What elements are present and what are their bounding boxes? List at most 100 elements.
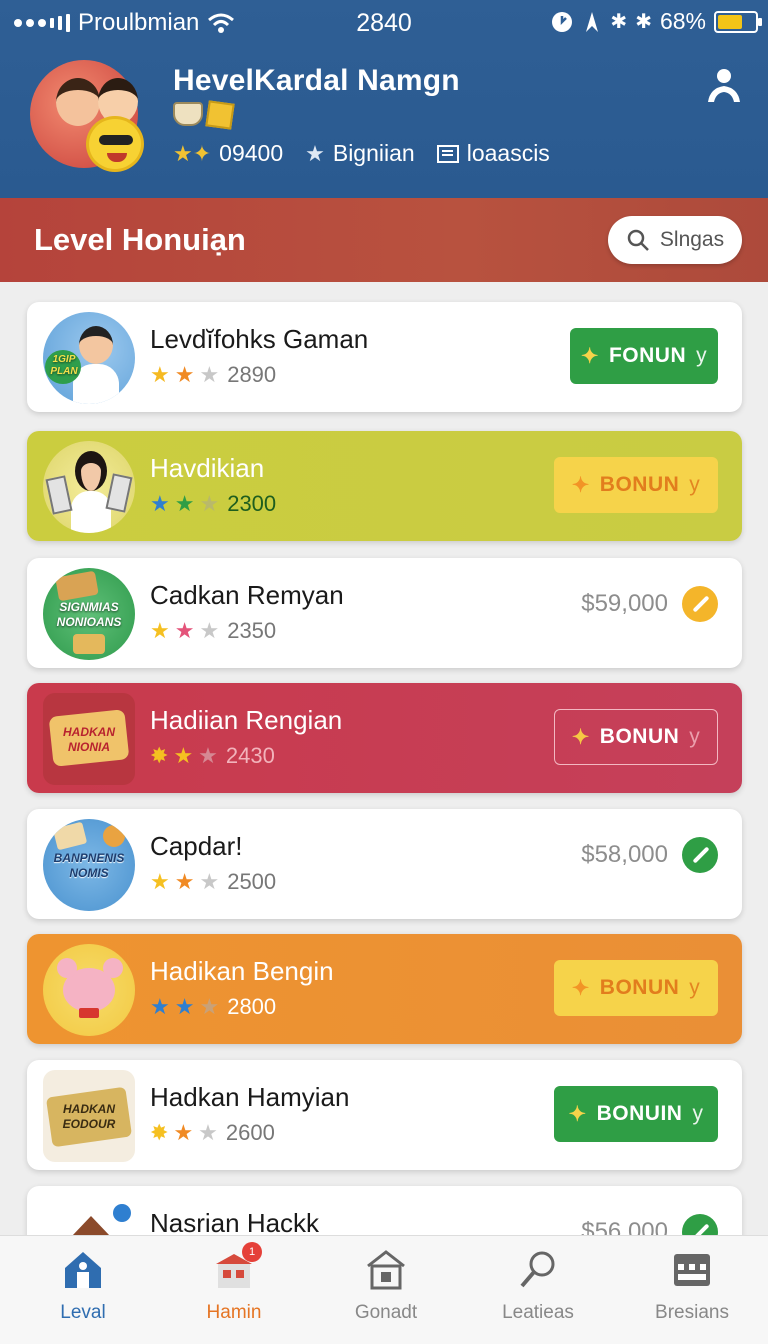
search-icon [516,1248,560,1292]
star-rating: ★ ★ ★ [150,869,220,894]
nav-label: Bresians [655,1302,729,1323]
level-title: Hadkan Hamyian [150,1082,350,1112]
coins-stat: ★✦ 09400 [173,140,283,167]
level-title: Nasrian Hackk [150,1208,320,1235]
profile-name: HevelKardal Namgn [173,64,460,97]
bonus-button[interactable]: ✦ BONUN y [554,457,718,513]
level-thumbnail: BANPNENIS NOMIS [43,819,135,911]
level-thumbnail: 1GIP PLAN [43,312,135,404]
search-icon [627,229,649,251]
coins-value: 09400 [219,140,284,166]
bonus-button[interactable]: ✦ BONUN y [554,960,718,1016]
nav-tab-gonadt[interactable]: Gonadt [316,1248,456,1324]
thumb-text: BANPNENIS NOMIS [53,851,125,880]
level-thumbnail [43,944,135,1036]
level-score: 2600 [225,1120,275,1145]
profile-badges [173,100,235,130]
nav-tab-bresians[interactable]: Bresians [622,1248,762,1324]
thumb-text: 1GIP PLAN [50,354,78,377]
level-price: $58,000 [581,837,718,873]
sparkle-icon: ✦ [568,1102,587,1126]
level-thumbnail: HADKAN NIONIA [43,693,135,785]
home-icon [61,1248,105,1292]
list-item[interactable]: SIGNMIAS NONIOANS Cadkan Remyan ★ ★ ★ 2350… [27,558,742,668]
page-title: Level Honuiạn [34,222,246,257]
alarm-icon [552,11,573,32]
level-thumbnail [43,441,135,533]
star-rating: ★ ★ ★ [150,491,220,516]
list-item[interactable]: Havdikian ★ ★ ★ 2300 ✦ BONUN y [27,431,742,541]
edit-icon[interactable] [682,586,718,622]
nav-label: Leval [60,1302,106,1323]
avatar[interactable] [30,60,148,172]
level-price: $56,000 [581,1214,718,1235]
bonus-button[interactable]: ✦ FONUN y [570,328,718,384]
user-icon[interactable] [704,66,744,106]
calendar-icon [670,1248,714,1292]
status-right: ✱ ✱ 68% [550,8,762,35]
list-item[interactable]: BANPNENIS NOMIS Capdar! ★ ★ ★ 2500 $58,000 [27,809,742,919]
level-price: $59,000 [581,586,718,622]
list-item[interactable]: 1GIP PLAN Levdĭfohks Gaman ★ ★ ★ 2890 ✦ FO… [27,302,742,412]
list-item[interactable]: Nasrian Hackk $56,000 [27,1186,742,1235]
profile-stats: ★✦ 09400 ★ Bigniian loaascis [173,140,550,167]
list-item[interactable]: Hadikan Bengin ★ ★ ★ 2800 ✦ BONUN y [27,934,742,1044]
bottom-nav: Leval 1 Hamin Gonadt Leatieas Bresians [0,1235,768,1344]
nav-tab-leval[interactable]: Leval [13,1248,153,1324]
nav-label: Gonadt [354,1302,418,1323]
level-title: Cadkan Remyan [150,580,344,610]
location-icon [586,11,599,32]
level-score: 2430 [225,743,275,768]
cup-icon [173,102,203,126]
battery-percent: 68% [659,8,706,34]
sparkle-icon: ✦ [571,473,590,497]
search-button[interactable]: Slngas [608,216,742,264]
list-item[interactable]: HADKAN NIONIA Hadiian Rengian ✸ ★ ★ 2430 ✦… [27,683,742,793]
level-title: Levdĭfohks Gaman [150,324,369,354]
level-title: Hadiian Rengian [150,705,343,735]
sparkle-icon: ✦ [571,725,590,749]
star-icon: ★ [305,140,325,166]
bluetooth-icon: ✱ [610,11,628,33]
level-thumbnail: SIGNMIAS NONIOANS [43,568,135,660]
emoji-sunglasses-icon [86,116,144,172]
level-list[interactable]: 1GIP PLAN Levdĭfohks Gaman ★ ★ ★ 2890 ✦ FO… [0,282,768,1235]
level-score: 2300 [227,491,277,516]
battery-icon [714,10,762,33]
edit-icon[interactable] [682,1214,718,1235]
thumb-text: HADKAN NIONIA [63,725,115,754]
level-title: Hadikan Bengin [150,956,334,986]
bluetooth-icon: ✱ [635,11,652,33]
lessons-label: loaascis [466,140,550,166]
sparkle-icon: ✦ [580,344,599,368]
bonus-button[interactable]: ✦ BONUIN y [554,1086,718,1142]
level-score: 2890 [227,362,277,387]
building-icon [364,1248,408,1292]
level-title: Capdar! [150,831,243,861]
gem-icon [205,100,235,130]
list-item[interactable]: HADKAN EODOUR Hadkan Hamyian ✸ ★ ★ 2600 ✦ … [27,1060,742,1170]
status-bar: Proulbmian 2840 ✱ ✱ 68% [0,0,768,46]
level-score: 2350 [227,618,277,643]
nav-tab-hamin[interactable]: 1 Hamin [164,1242,304,1324]
star-rating: ★ ★ ★ [150,362,220,387]
star-rating: ★ ★ ★ [150,618,220,643]
notification-badge: 1 [242,1242,262,1262]
thumb-text: SIGNMIAS NONIOANS [56,600,122,629]
star-rating: ✸ ★ ★ [150,743,218,768]
star-rating: ★ ★ ★ [150,994,220,1019]
rank-label: Bigniian [332,140,415,166]
stars-icon: ★✦ [173,140,212,166]
nav-label: Leatieas [502,1302,574,1323]
rank-stat: ★ Bigniian [305,140,415,167]
bonus-button[interactable]: ✦ BONUN y [554,709,718,765]
star-rating: ✸ ★ ★ [150,1120,218,1145]
level-score: 2500 [227,869,277,894]
profile-header: Proulbmian 2840 ✱ ✱ 68% HevelKardal Namg… [0,0,768,198]
sparkle-icon: ✦ [571,976,590,1000]
nav-tab-leatieas[interactable]: Leatieas [468,1248,608,1324]
level-score: 2800 [227,994,277,1019]
shop-icon: 1 [212,1242,262,1292]
lessons-stat: loaascis [436,140,550,167]
edit-icon[interactable] [682,837,718,873]
